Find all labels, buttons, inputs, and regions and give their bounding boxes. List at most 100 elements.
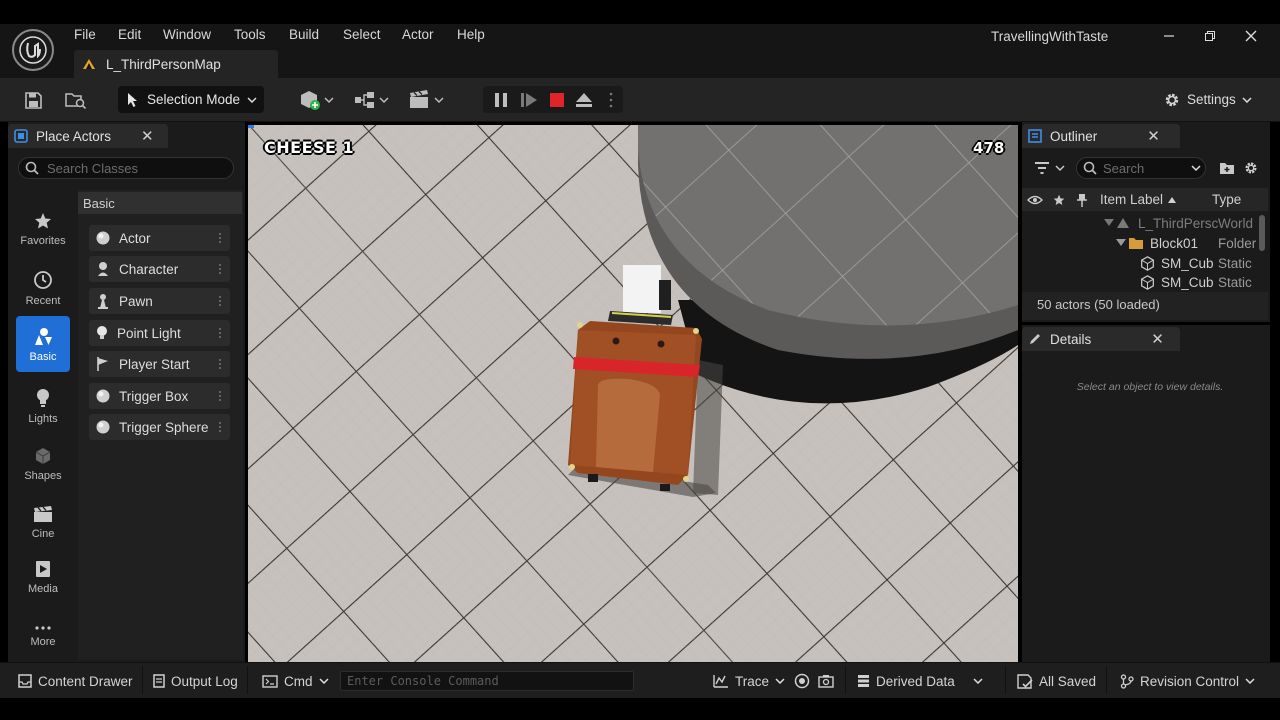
play-options-icon[interactable]: [605, 89, 617, 111]
close-icon[interactable]: ✕: [1151, 330, 1164, 348]
level-viewport[interactable]: [248, 125, 1018, 662]
revision-control-label: Revision Control: [1140, 673, 1240, 689]
menu-actor[interactable]: Actor: [402, 27, 434, 44]
search-classes-input[interactable]: [47, 160, 217, 176]
actor-item-player-start[interactable]: Player Start: [89, 351, 230, 377]
level-icon: [83, 59, 95, 69]
chevron-down-icon: [247, 96, 257, 103]
star-icon: [35, 212, 51, 228]
menu-select[interactable]: Select: [343, 27, 381, 44]
close-window-icon[interactable]: [1240, 26, 1262, 46]
actor-item-trigger-box[interactable]: Trigger Box: [89, 383, 230, 409]
category-favorites[interactable]: Favorites: [16, 201, 70, 257]
restore-icon[interactable]: [1199, 26, 1221, 46]
star-icon[interactable]: [1051, 192, 1067, 208]
menu-window[interactable]: Window: [163, 27, 211, 44]
add-actor-icon[interactable]: [297, 88, 337, 112]
sphere-icon: [96, 231, 110, 245]
drag-handle-icon[interactable]: [218, 232, 222, 244]
pause-icon[interactable]: [490, 89, 512, 111]
outliner-scrollbar[interactable]: [1259, 215, 1265, 251]
revision-control-dropdown[interactable]: Revision Control: [1120, 672, 1255, 690]
details-tab[interactable]: Details ✕: [1022, 327, 1180, 351]
all-saved-button[interactable]: All Saved: [1017, 672, 1096, 690]
trace-dropdown[interactable]: Trace: [713, 672, 785, 690]
derived-data-dropdown[interactable]: Derived Data: [857, 672, 983, 690]
category-label: Shapes: [24, 469, 62, 482]
item-label-column[interactable]: Item Label: [1100, 192, 1177, 207]
stop-icon[interactable]: [546, 89, 568, 111]
letterbox-bottom: [0, 698, 1280, 720]
menu-build[interactable]: Build: [289, 27, 319, 44]
category-more[interactable]: More: [16, 608, 70, 664]
console-command-input[interactable]: [347, 672, 627, 690]
output-log-button[interactable]: Output Log: [153, 672, 238, 690]
cinematics-icon[interactable]: [407, 88, 447, 112]
outliner-search-field[interactable]: [1076, 157, 1206, 179]
eye-icon[interactable]: [1026, 192, 1044, 208]
level-tab[interactable]: L_ThirdPersonMap: [74, 50, 278, 78]
menu-help[interactable]: Help: [457, 27, 485, 44]
drag-handle-icon[interactable]: [218, 358, 222, 370]
outliner-row-type: Folder: [1218, 236, 1257, 251]
flag-icon: [97, 357, 108, 371]
category-shapes[interactable]: Shapes: [16, 436, 70, 492]
minimize-icon[interactable]: [1158, 26, 1180, 46]
divider: [1106, 666, 1107, 694]
content-drawer-button[interactable]: Content Drawer: [18, 672, 133, 690]
outliner-row[interactable]: SM_Cub Static: [1022, 254, 1260, 274]
divider: [142, 666, 143, 694]
category-basic[interactable]: Basic: [16, 316, 70, 372]
outliner-row[interactable]: L_ThirdPersc World: [1022, 214, 1260, 234]
drag-handle-icon[interactable]: [218, 390, 222, 402]
record-icon[interactable]: [793, 672, 811, 690]
drag-handle-icon[interactable]: [218, 327, 222, 339]
actor-item-trigger-sphere[interactable]: Trigger Sphere: [89, 414, 230, 440]
category-recent[interactable]: Recent: [16, 260, 70, 316]
console-command-field[interactable]: [340, 671, 634, 691]
derived-data-icon: [858, 675, 869, 687]
category-media[interactable]: Media: [16, 549, 70, 605]
selection-mode-dropdown[interactable]: Selection Mode: [118, 86, 264, 113]
screenshot-icon[interactable]: [817, 672, 835, 690]
close-icon[interactable]: ✕: [1147, 127, 1160, 145]
category-cine[interactable]: Cine: [16, 494, 70, 550]
actor-item-character[interactable]: Character: [89, 256, 230, 282]
type-column-header[interactable]: Type: [1212, 192, 1241, 207]
add-folder-icon[interactable]: [1217, 159, 1237, 177]
outliner-row[interactable]: Block01 Folder: [1022, 234, 1260, 254]
details-panel: [1022, 325, 1270, 662]
menu-file[interactable]: File: [74, 27, 96, 44]
chevron-down-icon: [1116, 239, 1126, 246]
drag-handle-icon[interactable]: [218, 295, 222, 307]
outliner-row[interactable]: SM_Cub Static: [1022, 273, 1260, 293]
unreal-logo-icon[interactable]: [12, 29, 54, 71]
close-icon[interactable]: ✕: [141, 127, 154, 145]
search-classes-field[interactable]: [18, 157, 234, 179]
step-forward-icon[interactable]: [518, 89, 540, 111]
save-icon[interactable]: [22, 89, 44, 111]
static-mesh-icon: [1141, 256, 1154, 271]
gear-icon: [1165, 93, 1179, 106]
outliner-search-input[interactable]: [1103, 160, 1185, 176]
actor-item-pawn[interactable]: Pawn: [89, 288, 230, 314]
settings-button[interactable]: Settings: [1163, 86, 1252, 113]
drag-handle-icon[interactable]: [218, 263, 222, 275]
drag-handle-icon[interactable]: [218, 421, 222, 433]
menu-tools[interactable]: Tools: [234, 27, 266, 44]
cmd-dropdown[interactable]: Cmd: [262, 672, 329, 690]
outliner-tab[interactable]: Outliner ✕: [1022, 124, 1180, 148]
filter-icon[interactable]: [1032, 159, 1068, 177]
blueprint-icon[interactable]: [352, 88, 392, 112]
actor-item-actor[interactable]: Actor: [89, 225, 230, 251]
place-actors-tab[interactable]: Place Actors ✕: [8, 124, 168, 148]
actor-item-point-light[interactable]: Point Light: [89, 320, 230, 346]
gear-icon[interactable]: [1241, 159, 1261, 177]
ellipsis-icon: [35, 625, 51, 630]
category-lights[interactable]: Lights: [16, 378, 70, 434]
eject-icon[interactable]: [573, 89, 595, 111]
chevron-down-icon: [1104, 219, 1114, 226]
pin-icon[interactable]: [1074, 192, 1090, 208]
browse-icon[interactable]: [64, 89, 88, 111]
menu-edit[interactable]: Edit: [118, 27, 141, 44]
